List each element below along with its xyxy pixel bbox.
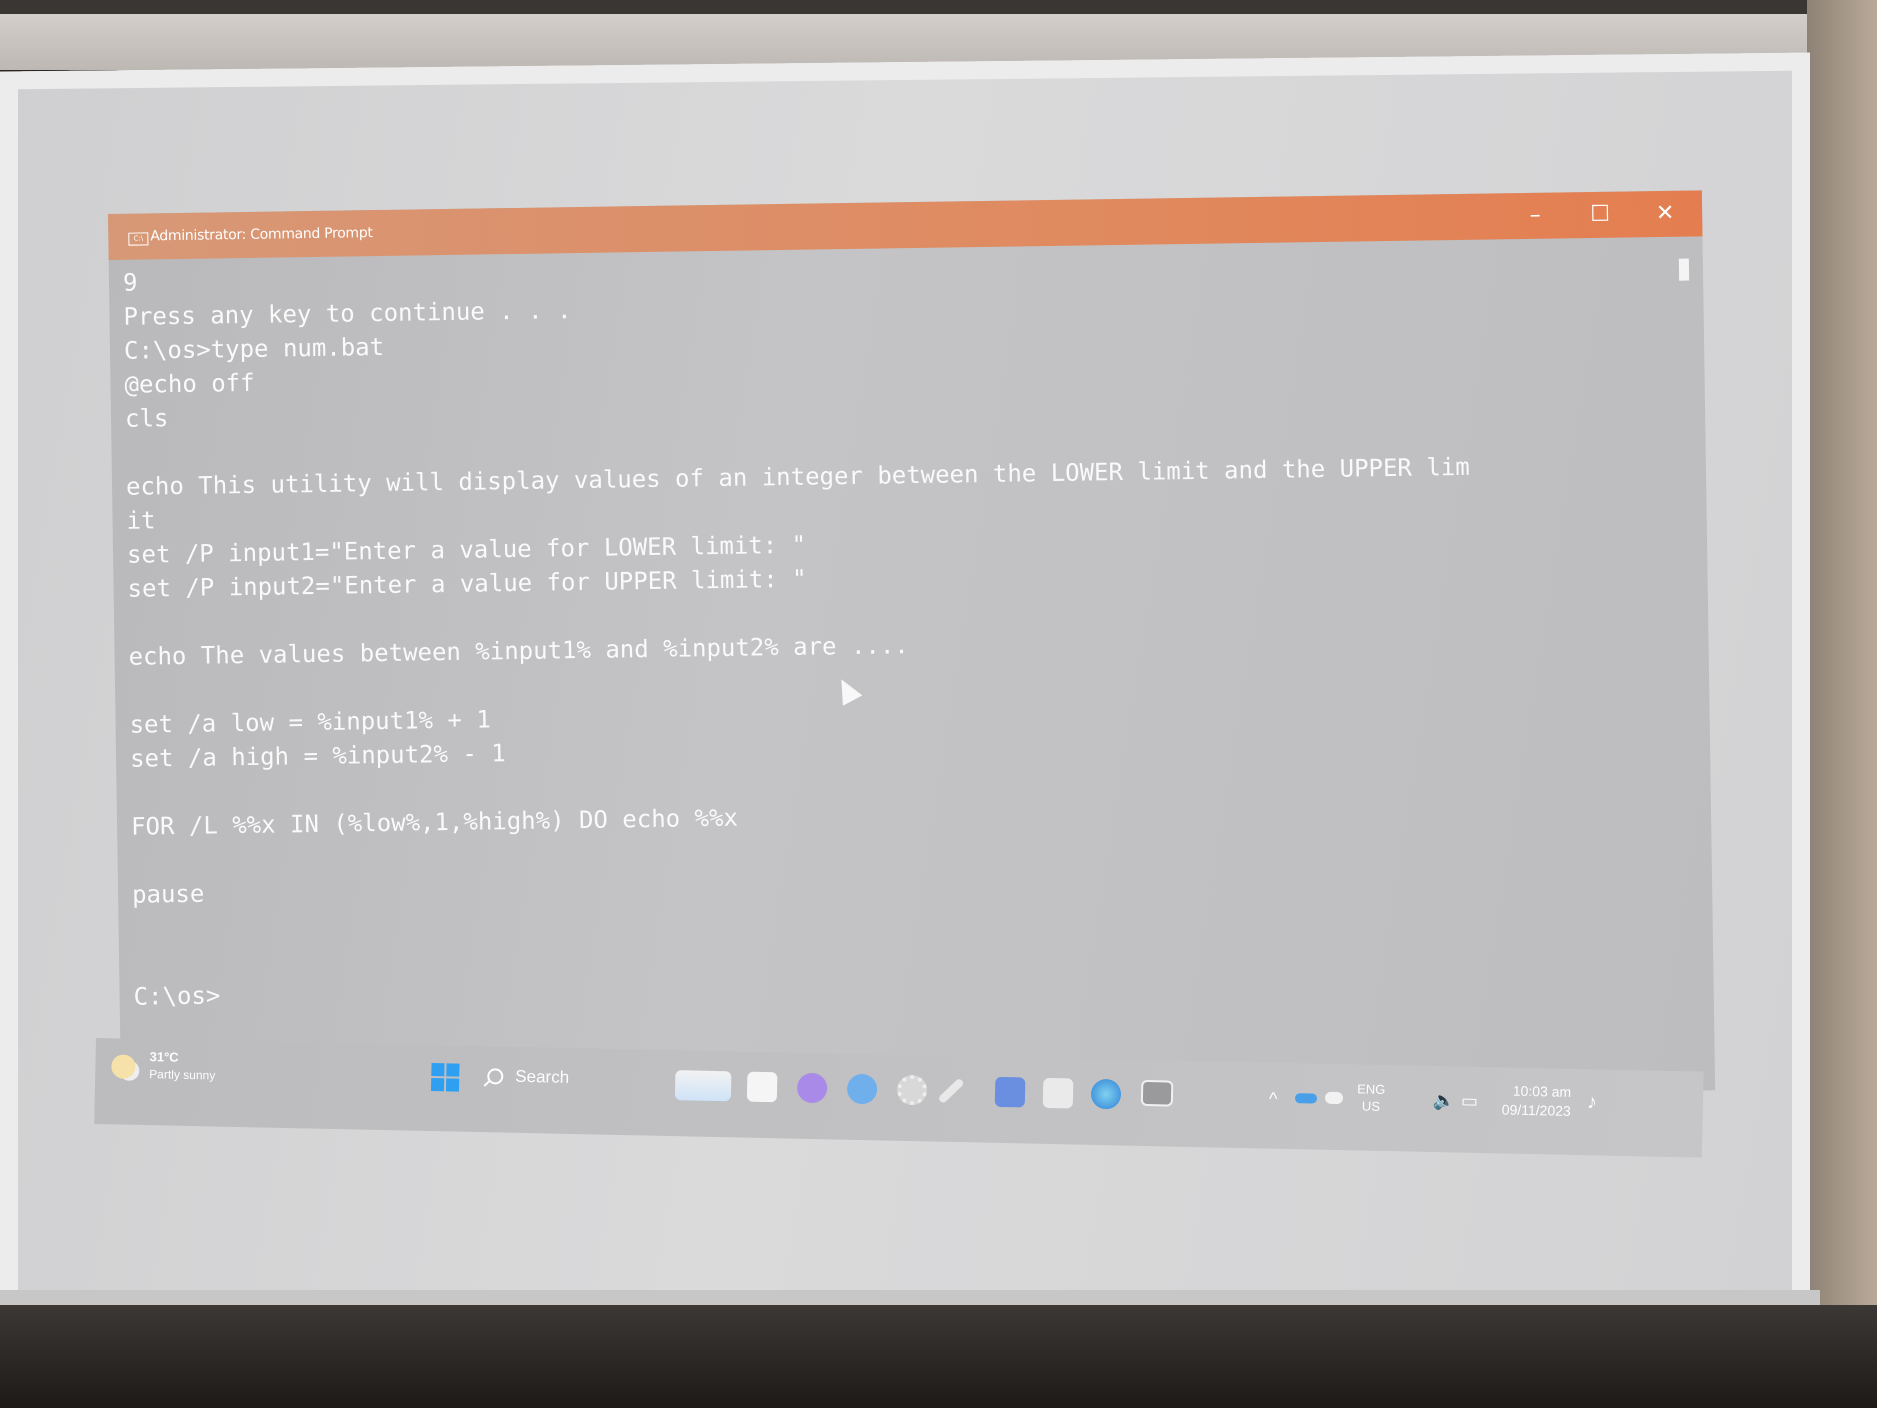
- search-box[interactable]: Search: [487, 1066, 678, 1100]
- weather-desc[interactable]: Partly sunny: [149, 1067, 215, 1082]
- minimize-button[interactable]: –: [1510, 198, 1560, 233]
- network-icon[interactable]: ▭: [1461, 1091, 1478, 1112]
- language-indicator[interactable]: ENG US: [1357, 1080, 1386, 1115]
- edge-icon[interactable]: [1090, 1078, 1122, 1110]
- clock-date: 09/11/2023: [1501, 1101, 1571, 1119]
- settings-icon[interactable]: [896, 1074, 928, 1106]
- cloud-icon[interactable]: [1324, 1091, 1344, 1105]
- clock[interactable]: 10:03 am 09/11/2023: [1497, 1081, 1572, 1121]
- messenger-icon[interactable]: [796, 1072, 828, 1104]
- scrollbar[interactable]: [1678, 258, 1690, 281]
- pen-icon[interactable]: [937, 1077, 965, 1105]
- cmd-icon: C:\: [128, 232, 149, 246]
- room-wall: [1807, 0, 1877, 1408]
- command-prompt-window: C:\ Administrator: Command Prompt – ☐ ✕ …: [108, 190, 1716, 1114]
- weather-temp[interactable]: 31°C: [149, 1049, 178, 1065]
- notification-icon[interactable]: ♪: [1587, 1091, 1597, 1114]
- chevron-up-icon[interactable]: ^: [1269, 1089, 1278, 1110]
- start-button[interactable]: [430, 1063, 460, 1092]
- clock-time: 10:03 am: [1512, 1082, 1572, 1100]
- region-code: US: [1361, 1098, 1381, 1114]
- window-title: Administrator: Command Prompt: [150, 225, 373, 245]
- teams-icon[interactable]: [994, 1076, 1026, 1108]
- search-label: Search: [515, 1066, 570, 1087]
- language-code: ENG: [1357, 1081, 1386, 1098]
- calendar-icon[interactable]: [746, 1071, 778, 1103]
- volume-icon[interactable]: 🔈: [1433, 1090, 1456, 1111]
- terminal-icon[interactable]: [1140, 1079, 1174, 1107]
- onedrive-icon[interactable]: [1294, 1093, 1318, 1104]
- room-floor: [0, 1305, 1877, 1408]
- browser-icon[interactable]: [846, 1073, 878, 1105]
- projector-screen-top-bar: [0, 0, 1877, 14]
- close-button[interactable]: ✕: [1640, 197, 1690, 232]
- console-output[interactable]: 9 Press any key to continue . . . C:\os>ty…: [123, 243, 1674, 1014]
- search-icon: [487, 1068, 504, 1085]
- file-explorer-icon[interactable]: [674, 1070, 732, 1102]
- remote-icon[interactable]: [1042, 1077, 1074, 1109]
- weather-icon[interactable]: [111, 1054, 136, 1079]
- maximize-button[interactable]: ☐: [1575, 197, 1625, 232]
